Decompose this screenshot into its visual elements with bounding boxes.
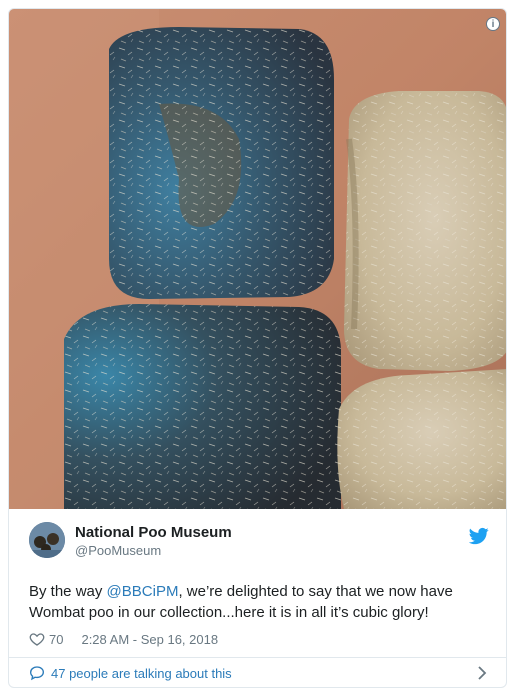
- divider: [9, 657, 506, 658]
- author-name[interactable]: National Poo Museum: [75, 524, 232, 541]
- embedded-tweet-card: i National Poo Museum @PooMuseum By the …: [8, 8, 507, 688]
- tweet-text-part: By the way: [29, 583, 107, 600]
- tweet-meta: 70 2:28 AM - Sep 16, 2018: [29, 630, 218, 648]
- timestamp-link[interactable]: 2:28 AM - Sep 16, 2018: [81, 632, 218, 647]
- mention-link[interactable]: @BBCiPM: [107, 583, 179, 600]
- twitter-bird-icon[interactable]: [469, 526, 489, 546]
- heart-icon[interactable]: [29, 631, 45, 647]
- wombat-poo-photo: [9, 9, 506, 509]
- like-count[interactable]: 70: [49, 632, 63, 647]
- author-handle[interactable]: @PooMuseum: [75, 543, 161, 558]
- conversation-link[interactable]: 47 people are talking about this: [29, 661, 489, 685]
- tweet-text: By the way @BBCiPM, we’re delighted to s…: [29, 581, 499, 623]
- chevron-right-icon[interactable]: [475, 665, 489, 681]
- avatar-image: [29, 522, 65, 558]
- tweet-photo[interactable]: i: [9, 9, 506, 509]
- info-icon[interactable]: i: [486, 17, 500, 31]
- speech-bubble-icon: [29, 666, 45, 681]
- tweet-author[interactable]: National Poo Museum @PooMuseum: [29, 522, 489, 572]
- avatar[interactable]: [29, 522, 65, 558]
- conversation-label: 47 people are talking about this: [51, 665, 232, 681]
